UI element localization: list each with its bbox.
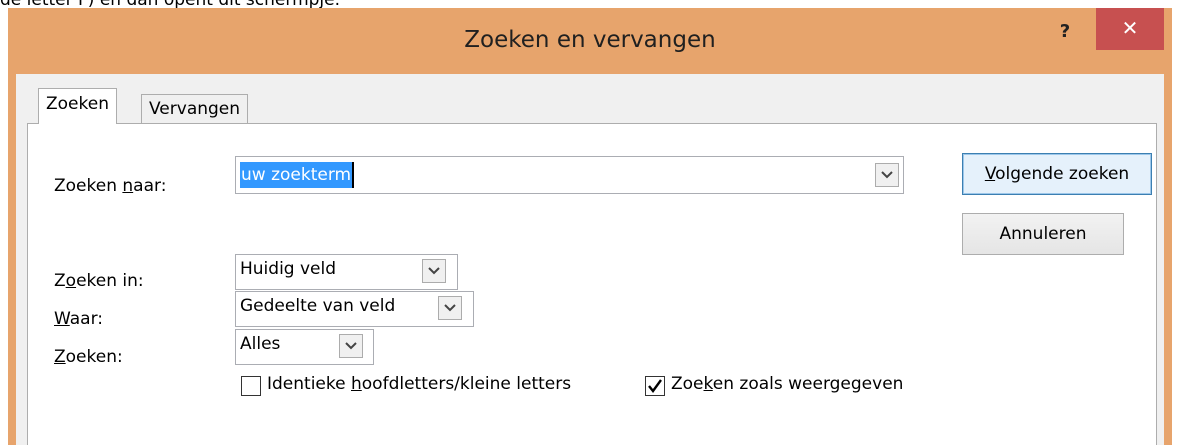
search-formatted-checkbox[interactable] (645, 376, 665, 396)
find-replace-dialog: Zoeken en vervangen ? ✕ Zoeken Vervangen… (8, 8, 1172, 445)
search-direction-dropdown-button[interactable] (339, 334, 363, 358)
chevron-down-icon (345, 342, 357, 350)
tab-zoeken[interactable]: Zoeken (38, 88, 117, 124)
title-bar[interactable]: Zoeken en vervangen ? ✕ (8, 8, 1172, 74)
look-in-select[interactable]: Huidig veld (235, 254, 458, 290)
cancel-button[interactable]: Annuleren (962, 213, 1124, 255)
find-what-value: uw zoekterm (240, 162, 355, 188)
find-what-label: Zoeken naar: (54, 176, 167, 196)
match-dropdown-button[interactable] (438, 296, 462, 320)
search-formatted-label[interactable]: Zoeken zoals weergegeven (671, 374, 903, 394)
search-label: Zoeken: (54, 347, 123, 367)
match-label: Waar: (54, 309, 103, 329)
chevron-down-icon (428, 267, 440, 275)
chevron-down-icon (881, 171, 893, 179)
search-direction-value: Alles (240, 334, 281, 354)
help-button[interactable]: ? (1043, 16, 1087, 54)
search-direction-select[interactable]: Alles (235, 329, 374, 365)
match-select[interactable]: Gedeelte van veld (235, 291, 474, 327)
find-what-combobox[interactable]: uw zoekterm (235, 156, 904, 194)
look-in-dropdown-button[interactable] (422, 259, 446, 283)
match-value: Gedeelte van veld (240, 296, 396, 316)
close-button[interactable]: ✕ (1096, 8, 1164, 50)
tab-vervangen[interactable]: Vervangen (141, 94, 249, 124)
close-icon: ✕ (1121, 16, 1139, 40)
find-what-dropdown-button[interactable] (875, 163, 899, 187)
dialog-title: Zoeken en vervangen (464, 27, 716, 53)
find-next-button[interactable]: Volgende zoeken (962, 153, 1152, 195)
match-case-checkbox[interactable] (241, 376, 261, 396)
look-in-label: Zoeken in: (54, 271, 144, 291)
checkmark-icon (648, 379, 662, 393)
match-case-label[interactable]: Identieke hoofdletters/kleine letters (267, 374, 571, 394)
look-in-value: Huidig veld (240, 259, 337, 279)
tab-panel-zoeken: Zoeken naar: uw zoekterm Volgende zoeken… (27, 123, 1157, 445)
chevron-down-icon (444, 304, 456, 312)
dialog-client-area: Zoeken Vervangen Zoeken naar: uw zoekter… (16, 74, 1164, 445)
